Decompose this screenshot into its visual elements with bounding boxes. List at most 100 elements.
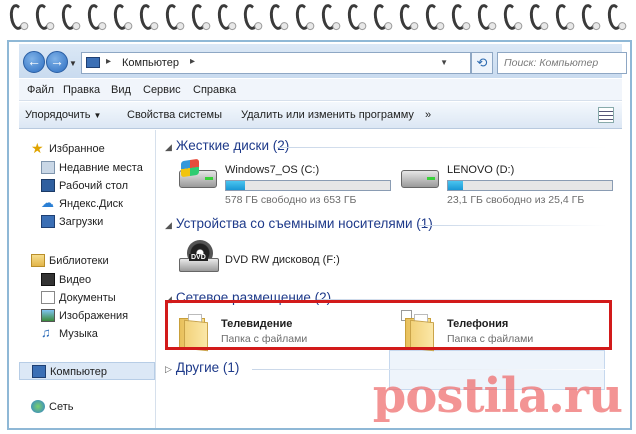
sidebar-item-downloads[interactable]: Загрузки — [19, 213, 155, 231]
spiral-ring — [346, 3, 364, 31]
sidebar-libraries[interactable]: Библиотеки — [19, 252, 155, 270]
refresh-icon: ⟲ — [476, 55, 488, 70]
sidebar-item-label: Рабочий стол — [59, 180, 129, 192]
sidebar-item-network[interactable]: Сеть — [19, 398, 155, 416]
more-commands-button[interactable]: » — [425, 109, 431, 121]
drive-d-usage-bar — [447, 180, 613, 191]
refresh-button[interactable]: ⟲ — [471, 52, 493, 74]
spiral-ring — [294, 3, 312, 31]
divider — [419, 225, 607, 226]
sidebar-item-computer[interactable]: Компьютер — [19, 362, 155, 380]
spiral-ring — [216, 3, 234, 31]
spiral-ring — [606, 3, 624, 31]
spiral-ring — [60, 3, 78, 31]
dvd-drive-icon[interactable]: DVD — [179, 240, 221, 274]
search-input[interactable]: Поиск: Компьютер — [497, 52, 627, 74]
spiral-ring — [8, 3, 26, 31]
spiral-ring — [112, 3, 130, 31]
windows-logo-icon — [181, 158, 199, 178]
organize-label: Упорядочить — [25, 109, 91, 121]
sidebar-item-music[interactable]: ♫ Музыка — [19, 325, 155, 343]
address-dropdown-icon[interactable]: ▼ — [440, 58, 448, 67]
hdd-c-icon[interactable] — [179, 158, 219, 190]
spiral-ring — [372, 3, 390, 31]
downloads-icon — [41, 215, 55, 228]
sidebar-item-label: Музыка — [59, 328, 98, 340]
spiral-ring — [450, 3, 468, 31]
spiral-ring — [268, 3, 286, 31]
sidebar-item-video[interactable]: Видео — [19, 271, 155, 289]
pictures-icon — [41, 309, 55, 322]
music-icon: ♫ — [41, 325, 51, 340]
menu-view[interactable]: Вид — [111, 84, 131, 96]
spiral-ring — [476, 3, 494, 31]
drive-d-free-space: 23,1 ГБ свободно из 25,4 ГБ — [447, 194, 585, 206]
drive-d-name[interactable]: LENOVO (D:) — [447, 164, 514, 176]
command-bar: Упорядочить ▼ Свойства системы Удалить и… — [19, 102, 622, 129]
sidebar-item-desktop[interactable]: Рабочий стол — [19, 177, 155, 195]
menu-tools[interactable]: Сервис — [143, 84, 181, 96]
system-properties-button[interactable]: Свойства системы — [127, 109, 222, 121]
notebook-spiral — [0, 0, 636, 40]
group-label: Другие (1) — [175, 360, 240, 375]
group-label: Устройства со съемными носителями (1) — [175, 216, 433, 231]
group-header-other[interactable]: ▷ Другие (1) — [165, 360, 239, 375]
spiral-ring — [320, 3, 338, 31]
red-highlight-box — [165, 300, 612, 350]
star-icon: ★ — [31, 140, 44, 156]
back-button[interactable]: ← — [23, 51, 45, 73]
address-bar[interactable]: ▸ Компьютер ▸ ▼ — [81, 52, 471, 74]
group-header-removable[interactable]: ◢ Устройства со съемными носителями (1) — [165, 216, 433, 231]
drive-c-name[interactable]: Windows7_OS (C:) — [225, 164, 319, 176]
expand-icon[interactable]: ▷ — [165, 364, 172, 374]
sidebar-item-recent-places[interactable]: Недавние места — [19, 159, 155, 177]
cloud-icon: ☁ — [41, 195, 54, 210]
menu-bar: Файл Правка Вид Сервис Справка — [19, 79, 622, 101]
spiral-ring — [34, 3, 52, 31]
group-label: Жесткие диски (2) — [175, 138, 290, 153]
sidebar-item-label: Видео — [59, 274, 92, 286]
drive-c-free-space: 578 ГБ свободно из 653 ГБ — [225, 194, 357, 206]
drive-c-usage-bar — [225, 180, 391, 191]
sidebar-item-documents[interactable]: Документы — [19, 289, 155, 307]
sidebar-favorites[interactable]: ★ Избранное — [19, 140, 155, 158]
menu-edit[interactable]: Правка — [63, 84, 100, 96]
menu-help[interactable]: Справка — [193, 84, 236, 96]
screenshot-frame: ← → ▼ ▸ Компьютер ▸ ▼ ⟲ Поиск: Компьютер… — [7, 40, 632, 430]
breadcrumb-computer[interactable]: Компьютер — [122, 57, 179, 69]
menu-file[interactable]: Файл — [27, 84, 54, 96]
spiral-ring — [164, 3, 182, 31]
view-options-icon[interactable] — [598, 107, 614, 123]
sidebar-item-label: Недавние места — [59, 162, 143, 174]
uninstall-program-button[interactable]: Удалить или изменить программу — [241, 109, 414, 121]
sidebar-item-pictures[interactable]: Изображения — [19, 307, 155, 325]
spiral-ring — [138, 3, 156, 31]
arrow-left-icon: ← — [27, 53, 41, 69]
computer-icon — [32, 365, 46, 378]
sidebar-item-label: Загрузки — [59, 216, 104, 228]
documents-icon — [41, 291, 55, 304]
postila-watermark-logo: postila.ru — [373, 368, 623, 424]
collapse-icon[interactable]: ◢ — [165, 220, 172, 230]
hdd-d-icon[interactable] — [401, 160, 441, 190]
drive-led-icon — [427, 177, 435, 180]
libraries-icon — [31, 254, 45, 267]
navigation-pane: ★ Избранное Недавние места Рабочий стол … — [19, 130, 156, 428]
dvd-drive-name[interactable]: DVD RW дисковод (F:) — [225, 254, 340, 266]
sidebar-item-yandex-disk[interactable]: ☁ Яндекс.Диск — [19, 195, 155, 213]
organize-button[interactable]: Упорядочить ▼ — [25, 109, 101, 121]
recent-places-icon — [41, 161, 55, 174]
breadcrumb-separator-icon[interactable]: ▸ — [106, 56, 111, 67]
forward-button[interactable]: → — [46, 51, 68, 73]
group-header-hard-drives[interactable]: ◢ Жесткие диски (2) — [165, 138, 289, 153]
sidebar-item-label: Документы — [59, 292, 116, 304]
computer-icon — [86, 57, 100, 68]
spiral-ring — [528, 3, 546, 31]
collapse-icon[interactable]: ◢ — [165, 142, 172, 152]
drive-c-usage-fill — [226, 181, 245, 190]
breadcrumb-separator-icon[interactable]: ▸ — [190, 56, 195, 67]
spiral-ring — [424, 3, 442, 31]
spiral-ring — [190, 3, 208, 31]
history-dropdown-icon[interactable]: ▼ — [69, 59, 77, 68]
sidebar-item-label: Избранное — [49, 143, 105, 155]
